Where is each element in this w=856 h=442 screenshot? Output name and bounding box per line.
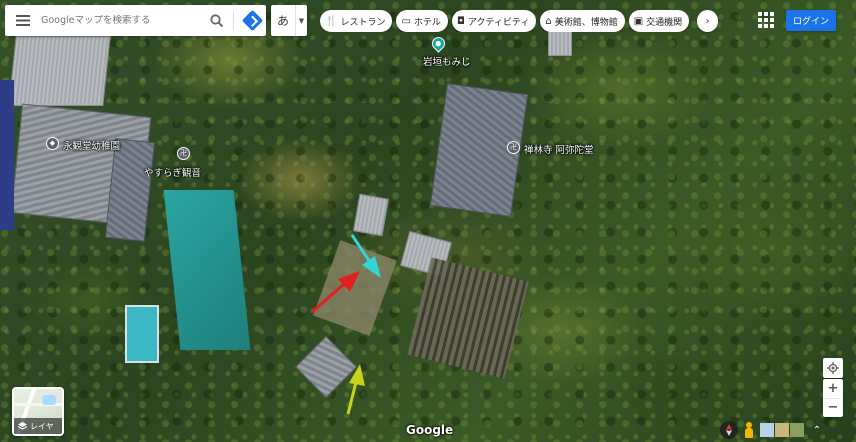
chevron-down-icon[interactable]: ▼ xyxy=(295,5,307,36)
compass-icon[interactable] xyxy=(720,421,738,439)
location-target-icon xyxy=(827,362,839,374)
layers-button[interactable]: レイヤ xyxy=(12,387,64,436)
chip-label: アクティビティ xyxy=(467,17,530,28)
search-button[interactable] xyxy=(203,5,229,36)
input-method-char[interactable]: あ xyxy=(271,12,295,29)
layers-thumb-water xyxy=(42,395,56,405)
chevron-right-icon[interactable]: › xyxy=(697,10,718,32)
bed-icon: ▭ xyxy=(401,15,411,27)
layers-caption: レイヤ xyxy=(14,418,62,434)
place-label-eikando-kindergarten[interactable]: 永観堂幼稚園 xyxy=(63,138,120,152)
building-left-top xyxy=(8,36,111,106)
chip-label: 交通機関 xyxy=(646,17,683,28)
pegman-icon[interactable] xyxy=(742,421,756,439)
camera-icon: ◘ xyxy=(456,15,465,27)
chip-activity[interactable]: ◘ アクティビティ xyxy=(451,10,537,32)
compass-needle-icon xyxy=(726,424,732,436)
bottom-right-controls: ⌃ xyxy=(720,420,844,440)
zoom-out-button[interactable]: − xyxy=(823,399,843,418)
chip-museum[interactable]: ⌂ 美術館、博物館 xyxy=(540,10,625,32)
google-logo: Google xyxy=(406,423,454,437)
my-location-button[interactable] xyxy=(823,358,843,378)
place-label-iwagaki-momiji[interactable]: 岩垣もみじ xyxy=(423,54,471,68)
login-button[interactable]: ログイン xyxy=(786,10,836,31)
search-box xyxy=(5,5,266,36)
school-pin-icon[interactable]: ◆ xyxy=(46,137,59,150)
temple-pin-icon[interactable]: 卍 xyxy=(177,147,190,160)
chip-label: レストラン xyxy=(340,17,386,28)
category-chips: 🍴 レストラン ▭ ホテル ◘ アクティビティ ⌂ 美術館、博物館 ▣ 交通機関 xyxy=(320,10,720,32)
zoom-in-button[interactable]: + xyxy=(823,379,843,398)
chevron-up-icon[interactable]: ⌃ xyxy=(808,421,826,439)
menu-button[interactable] xyxy=(5,5,41,36)
place-label-zenrinji-amidado[interactable]: 禅林寺 阿弥陀堂 xyxy=(524,142,594,156)
zoom-control: + − xyxy=(823,379,843,417)
input-method-selector[interactable]: あ ▼ xyxy=(271,5,307,36)
search-icon xyxy=(209,14,223,27)
layers-icon xyxy=(18,421,27,430)
place-label-yasuragi-kannon[interactable]: やすらぎ観音 xyxy=(144,165,201,179)
search-divider xyxy=(233,10,234,31)
chip-label: 美術館、博物館 xyxy=(554,17,618,28)
chip-restaurant[interactable]: 🍴 レストラン xyxy=(320,10,393,32)
directions-button[interactable] xyxy=(238,5,266,36)
imagery-thumbnails[interactable] xyxy=(760,423,804,437)
layers-label: レイヤ xyxy=(30,421,54,431)
directions-icon xyxy=(241,9,263,32)
train-icon: ▣ xyxy=(633,15,644,27)
hamburger-icon xyxy=(16,15,30,26)
chip-hotel[interactable]: ▭ ホテル xyxy=(396,10,448,32)
search-input[interactable] xyxy=(41,15,203,26)
apps-grid-icon[interactable] xyxy=(758,12,774,28)
chip-transit[interactable]: ▣ 交通機関 xyxy=(628,10,690,32)
building-left-edge xyxy=(0,80,14,230)
pool-small xyxy=(125,305,159,363)
satellite-map[interactable]: ● 岩垣もみじ ◆ 永観堂幼稚園 卍 やすらぎ観音 卍 禅林寺 阿弥陀堂 xyxy=(0,0,856,442)
museum-icon: ⌂ xyxy=(545,15,552,27)
temple-pin-icon[interactable]: 卍 xyxy=(507,141,520,154)
top-right-roof xyxy=(548,30,572,56)
fork-knife-icon: 🍴 xyxy=(325,15,338,27)
chip-label: ホテル xyxy=(413,17,441,28)
